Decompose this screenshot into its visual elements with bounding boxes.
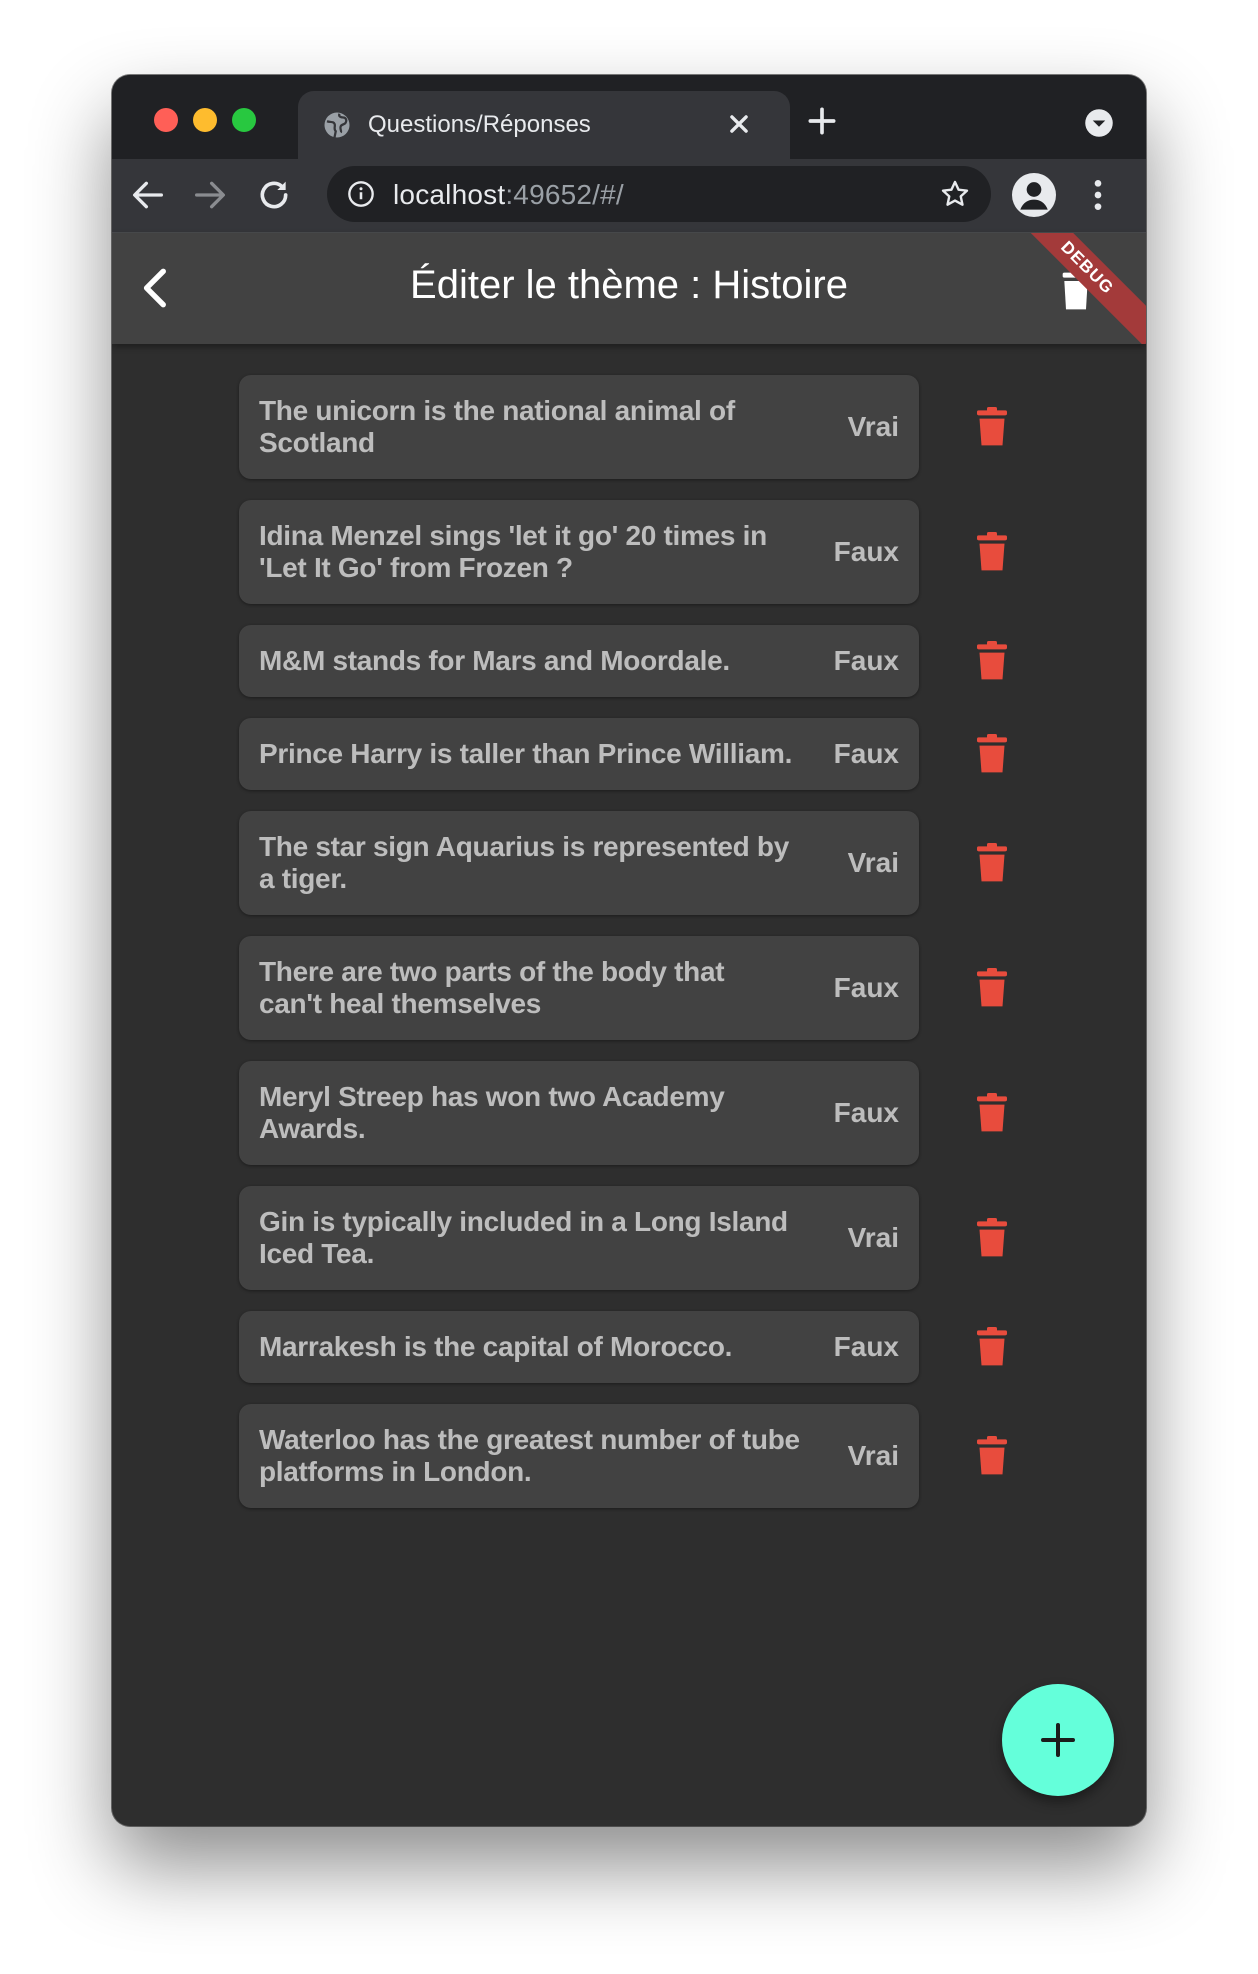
question-row[interactable]: The unicorn is the national animal of Sc… [239, 375, 1007, 479]
trash-icon[interactable] [975, 1327, 1009, 1367]
question-card[interactable]: M&M stands for Mars and Moordale. Faux [239, 625, 919, 697]
question-card[interactable]: The star sign Aquarius is represented by… [239, 811, 919, 915]
question-card[interactable]: Waterloo has the greatest number of tube… [239, 1404, 919, 1508]
question-card[interactable]: Meryl Streep has won two Academy Awards.… [239, 1061, 919, 1165]
person-icon [1020, 182, 1048, 210]
maximize-window-button[interactable] [232, 108, 256, 132]
url-host: localhost [393, 179, 506, 210]
question-text: Marrakesh is the capital of Morocco. [259, 1331, 733, 1362]
question-row[interactable]: Idina Menzel sings 'let it go' 20 times … [239, 500, 1007, 604]
question-card[interactable]: The unicorn is the national animal of Sc… [239, 375, 919, 479]
trash-icon[interactable] [975, 1093, 1009, 1133]
bookmark-star-icon[interactable] [939, 178, 971, 210]
answer-label: Faux [833, 645, 899, 676]
tab-search-icon[interactable] [1084, 108, 1114, 138]
app-bar: Éditer le thème : Histoire DEBUG [112, 233, 1146, 344]
question-row[interactable]: Waterloo has the greatest number of tube… [239, 1404, 1007, 1508]
question-row[interactable]: Marrakesh is the capital of Morocco. Fau… [239, 1311, 1007, 1383]
url-path: :49652/#/ [505, 179, 624, 210]
question-text: Meryl Streep has won two Academy Awards. [259, 1081, 725, 1144]
minimize-window-button[interactable] [193, 108, 217, 132]
question-row[interactable]: Meryl Streep has won two Academy Awards.… [239, 1061, 1007, 1165]
close-window-button[interactable] [154, 108, 178, 132]
profile-avatar[interactable] [1012, 173, 1056, 217]
trash-icon[interactable] [975, 407, 1009, 447]
page-title: Éditer le thème : Histoire [410, 263, 848, 307]
browser-toolbar: localhost:49652/#/ [112, 159, 1146, 233]
question-card[interactable]: Marrakesh is the capital of Morocco. Fau… [239, 1311, 919, 1383]
reload-icon[interactable] [254, 175, 294, 215]
browser-tab[interactable]: Questions/Réponses [298, 91, 790, 159]
question-card[interactable]: Prince Harry is taller than Prince Willi… [239, 718, 919, 790]
tab-strip: Questions/Réponses [112, 75, 1146, 159]
question-row[interactable]: M&M stands for Mars and Moordale. Faux [239, 625, 1007, 697]
answer-label: Vrai [847, 1440, 899, 1471]
close-tab-icon[interactable] [722, 107, 756, 141]
question-text: M&M stands for Mars and Moordale. [259, 645, 730, 676]
question-row[interactable]: Prince Harry is taller than Prince Willi… [239, 718, 1007, 790]
question-text: There are two parts of the body that can… [259, 956, 725, 1019]
trash-icon[interactable] [975, 968, 1009, 1008]
question-text: Prince Harry is taller than Prince Willi… [259, 738, 793, 769]
trash-icon[interactable] [975, 843, 1009, 883]
question-text: The unicorn is the national animal of Sc… [259, 395, 735, 458]
question-card[interactable]: There are two parts of the body that can… [239, 936, 919, 1040]
address-bar[interactable]: localhost:49652/#/ [327, 166, 991, 222]
answer-label: Faux [833, 1331, 899, 1362]
answer-label: Faux [833, 972, 899, 1003]
trash-icon[interactable] [975, 1436, 1009, 1476]
url-text: localhost:49652/#/ [393, 179, 624, 211]
question-row[interactable]: Gin is typically included in a Long Isla… [239, 1186, 1007, 1290]
trash-icon[interactable] [975, 641, 1009, 681]
back-arrow-icon[interactable] [128, 175, 168, 215]
site-info-icon[interactable] [347, 180, 375, 208]
question-row[interactable]: There are two parts of the body that can… [239, 936, 1007, 1040]
trash-icon[interactable] [975, 1218, 1009, 1258]
add-question-button[interactable] [1002, 1684, 1114, 1796]
trash-icon[interactable] [975, 532, 1009, 572]
browser-window: Questions/Réponses localhost:49652/#/ Éd… [112, 75, 1146, 1826]
question-row[interactable]: The star sign Aquarius is represented by… [239, 811, 1007, 915]
answer-label: Faux [833, 1097, 899, 1128]
question-list: The unicorn is the national animal of Sc… [239, 375, 1007, 1529]
question-text: Waterloo has the greatest number of tube… [259, 1424, 800, 1487]
question-card[interactable]: Idina Menzel sings 'let it go' 20 times … [239, 500, 919, 604]
question-card[interactable]: Gin is typically included in a Long Isla… [239, 1186, 919, 1290]
question-text: Gin is typically included in a Long Isla… [259, 1206, 788, 1269]
answer-label: Vrai [847, 411, 899, 442]
answer-label: Vrai [847, 1222, 899, 1253]
more-vert-icon[interactable] [1078, 175, 1118, 215]
answer-label: Vrai [847, 847, 899, 878]
tab-title: Questions/Réponses [368, 111, 591, 138]
globe-icon [324, 112, 350, 138]
answer-label: Faux [833, 536, 899, 567]
new-tab-icon[interactable] [802, 101, 842, 141]
forward-arrow-icon[interactable] [190, 175, 230, 215]
question-text: Idina Menzel sings 'let it go' 20 times … [259, 520, 767, 583]
answer-label: Faux [833, 738, 899, 769]
question-text: The star sign Aquarius is represented by… [259, 831, 790, 894]
trash-icon[interactable] [975, 734, 1009, 774]
plus-icon [1041, 1723, 1075, 1757]
